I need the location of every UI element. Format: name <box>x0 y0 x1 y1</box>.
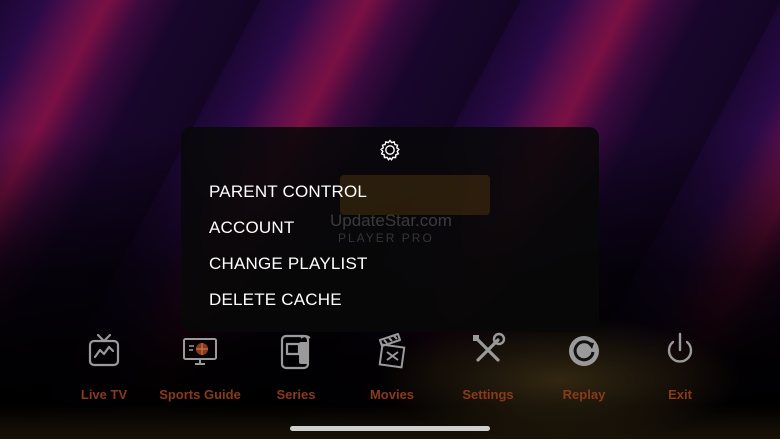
dock-item-live-tv[interactable]: Live TV <box>56 328 152 408</box>
dock-item-settings[interactable]: Settings <box>440 328 536 408</box>
dock-item-series[interactable]: Series <box>248 328 344 408</box>
power-icon <box>667 332 693 363</box>
dock-label: Series <box>276 387 316 402</box>
dock-label: Exit <box>668 387 692 402</box>
menu-item-change-playlist[interactable]: CHANGE PLAYLIST <box>209 254 368 274</box>
logo-subtext: PLAYER PRO <box>338 231 434 245</box>
gear-icon <box>380 139 400 161</box>
dock-label: Settings <box>462 387 514 402</box>
bottom-dock: Live TV Sports Guide Series Movies Setti… <box>56 328 736 408</box>
series-icon <box>280 334 311 370</box>
replay-icon <box>569 336 599 366</box>
dock-label: Sports Guide <box>159 387 241 402</box>
home-indicator-bar[interactable] <box>290 426 490 431</box>
dock-item-sports-guide[interactable]: Sports Guide <box>152 328 248 408</box>
menu-item-delete-cache[interactable]: DELETE CACHE <box>209 290 342 310</box>
menu-item-parent-control[interactable]: PARENT CONTROL <box>209 182 367 202</box>
dock-item-movies[interactable]: Movies <box>344 328 440 408</box>
menu-item-account[interactable]: ACCOUNT <box>209 218 294 238</box>
dock-label: Movies <box>369 387 415 402</box>
settings-tools-icon <box>473 332 506 362</box>
movies-icon <box>378 333 406 369</box>
dock-label: Live TV <box>80 387 128 402</box>
tv-icon <box>88 333 120 367</box>
dock-item-exit[interactable]: Exit <box>632 328 728 408</box>
dock-item-replay[interactable]: Replay <box>536 328 632 408</box>
background-bottom-glow <box>0 405 780 439</box>
sports-guide-icon <box>183 338 217 365</box>
dock-label: Replay <box>562 387 606 402</box>
logo-text: UpdateStar.com <box>330 211 452 230</box>
